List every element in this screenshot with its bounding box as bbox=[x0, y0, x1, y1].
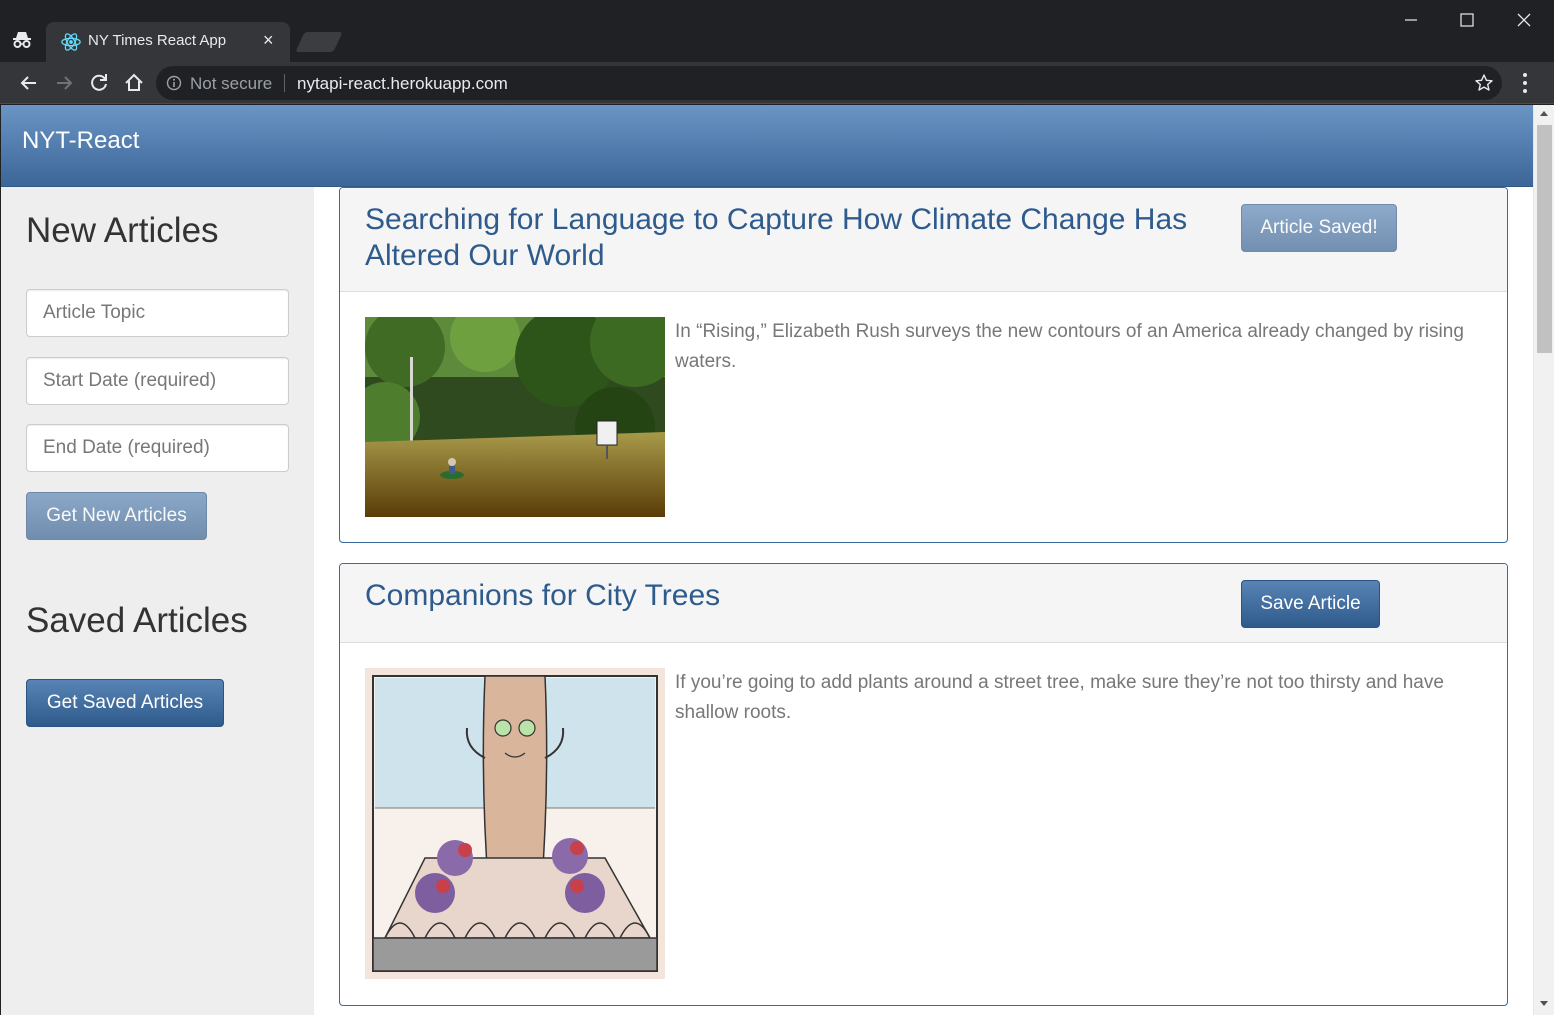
tab-title: NY Times React App bbox=[88, 32, 227, 49]
browser-tab[interactable]: NY Times React App × bbox=[46, 22, 290, 62]
browser-titlebar: NY Times React App × bbox=[0, 0, 1554, 62]
close-window-icon[interactable] bbox=[1510, 6, 1538, 34]
tab-close-icon[interactable]: × bbox=[263, 29, 274, 51]
forward-arrow-icon[interactable] bbox=[51, 70, 77, 96]
article-title[interactable]: Searching for Language to Capture How Cl… bbox=[365, 202, 1215, 274]
incognito-icon bbox=[13, 32, 31, 48]
save-article-button[interactable]: Save Article bbox=[1241, 580, 1380, 628]
minimize-icon[interactable] bbox=[1397, 6, 1425, 34]
page-viewport: NYT-React New Articles Get New Articles … bbox=[1, 105, 1533, 1015]
article-summary: In “Rising,” Elizabeth Rush surveys the … bbox=[675, 321, 1464, 372]
article-list: Searching for Language to Capture How Cl… bbox=[314, 187, 1533, 1015]
sidebar: New Articles Get New Articles Saved Arti… bbox=[1, 187, 314, 1015]
new-tab-button[interactable] bbox=[295, 32, 343, 52]
saved-articles-heading: Saved Articles bbox=[26, 601, 248, 640]
get-new-articles-button[interactable]: Get New Articles bbox=[26, 492, 207, 540]
page-scrollbar[interactable] bbox=[1533, 105, 1554, 1015]
article-panel: Companions for City Trees Save Article I… bbox=[339, 563, 1508, 1006]
app-navbar: NYT-React bbox=[1, 105, 1533, 187]
browser-menu-icon[interactable] bbox=[1515, 71, 1535, 95]
scroll-thumb[interactable] bbox=[1537, 125, 1552, 353]
get-saved-articles-button[interactable]: Get Saved Articles bbox=[26, 679, 224, 727]
url-text[interactable]: nytapi-react.herokuapp.com bbox=[297, 74, 508, 94]
article-header: Companions for City Trees Save Article bbox=[340, 564, 1507, 643]
home-icon[interactable] bbox=[121, 70, 147, 96]
security-label: Not secure bbox=[190, 74, 273, 93]
react-logo-icon bbox=[60, 31, 82, 53]
bookmark-star-icon[interactable] bbox=[1474, 73, 1494, 93]
article-header: Searching for Language to Capture How Cl… bbox=[340, 188, 1507, 292]
scroll-up-arrow-icon[interactable] bbox=[1540, 111, 1548, 116]
article-panel: Searching for Language to Capture How Cl… bbox=[339, 187, 1508, 543]
article-summary: If you’re going to add plants around a s… bbox=[675, 672, 1444, 723]
flooded-street-kayak-image bbox=[365, 317, 665, 517]
address-bar[interactable]: Not secure nytapi-react.herokuapp.com bbox=[156, 66, 1502, 100]
browser-toolbar: Not secure nytapi-react.herokuapp.com bbox=[0, 62, 1554, 104]
brand-link[interactable]: NYT-React bbox=[22, 127, 139, 155]
omnibox-divider bbox=[284, 74, 285, 92]
back-arrow-icon[interactable] bbox=[16, 70, 42, 96]
maximize-icon[interactable] bbox=[1453, 6, 1481, 34]
reload-icon[interactable] bbox=[86, 70, 112, 96]
article-title[interactable]: Companions for City Trees bbox=[365, 578, 1215, 614]
scroll-down-arrow-icon[interactable] bbox=[1540, 1001, 1548, 1006]
new-articles-heading: New Articles bbox=[26, 211, 219, 250]
end-date-input[interactable] bbox=[26, 424, 289, 472]
article-topic-input[interactable] bbox=[26, 289, 289, 337]
tree-illustration-image bbox=[365, 668, 665, 979]
article-saved-button[interactable]: Article Saved! bbox=[1241, 204, 1397, 252]
info-icon[interactable] bbox=[166, 75, 182, 91]
start-date-input[interactable] bbox=[26, 357, 289, 405]
